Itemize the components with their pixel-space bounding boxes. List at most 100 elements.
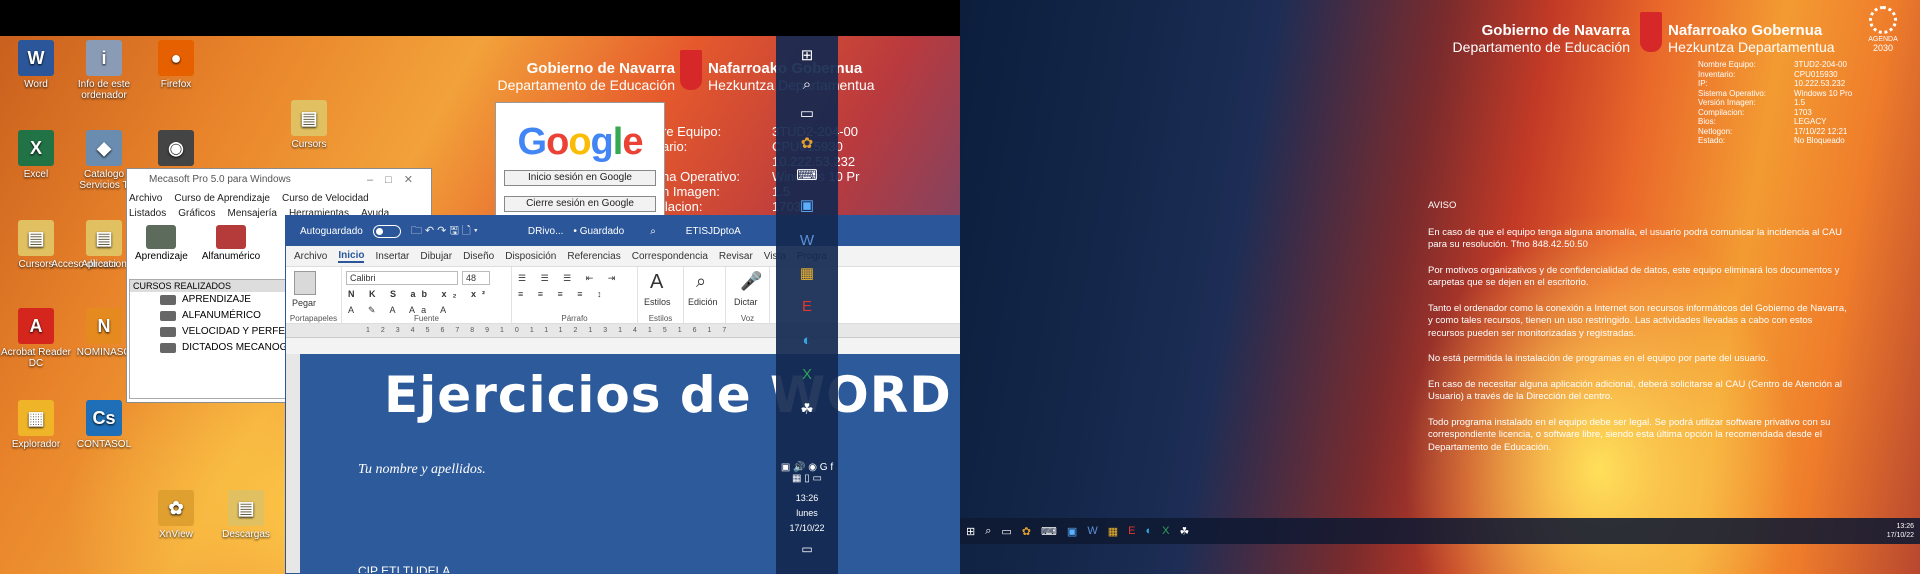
mecasoft-icon[interactable]: ⌨ [1041, 525, 1057, 538]
navarra-shield-icon [1640, 12, 1662, 52]
microphone-icon[interactable]: 🎤 [740, 271, 762, 292]
xnview-icon[interactable]: ✿ [1022, 525, 1031, 538]
app-red-icon[interactable]: E [1128, 525, 1135, 537]
app-icon[interactable]: ▣ [1067, 525, 1077, 538]
tray-clock[interactable]: 13:26 lunes 17/10/22 [776, 491, 838, 536]
format-buttons-icon[interactable]: N K S ab x₂ x² [348, 289, 491, 299]
google-signout-button[interactable]: Cierre sesión en Google [504, 196, 656, 212]
desktop-icon[interactable]: ● Firefox [140, 40, 212, 90]
agenda-line2: 2030 [1872, 43, 1894, 53]
windows-logo-icon[interactable]: ⊞ [776, 46, 838, 64]
autosave-toggle[interactable] [372, 224, 401, 238]
document-page[interactable]: Ejercicios de WORD Tu nombre y apellidos… [300, 354, 960, 574]
taskbar-clock[interactable]: 13:26 17/10/22 [1887, 522, 1914, 540]
google-signin-button[interactable]: Inicio sesión en Google [504, 170, 656, 186]
task-view-icon[interactable]: ▭ [1001, 525, 1011, 538]
right-taskbar: ⊞ ⌕ ▭ ✿ ⌨ ▣ W ▦ E ◐ X ☘ 13:26 17/10/22 [960, 518, 1920, 544]
ribbon-tab[interactable]: Referencias [567, 251, 620, 262]
explorer-icon[interactable]: ▦ [1108, 525, 1118, 538]
search-icon[interactable]: ⌕ [985, 525, 991, 538]
alfanumerico-button[interactable]: Alfanumérico [202, 225, 260, 262]
info-row: Sistema Operativo: Windows 10 Pro [1698, 89, 1852, 99]
ribbon-tab[interactable]: Dibujar [420, 251, 452, 262]
info-value: 1703 [1794, 107, 1812, 117]
app-icon: N [86, 308, 122, 344]
info-key: IP: [1698, 79, 1708, 88]
xnview-icon[interactable]: ✿ [776, 134, 838, 152]
edge-icon[interactable]: ◐ [1145, 525, 1152, 537]
quick-access-icons[interactable]: 🗀 ↶ ↷ 🖫 🗋 ▾ [411, 222, 478, 241]
styles-icon[interactable]: A [650, 271, 663, 294]
menu-item[interactable]: Mensajería [227, 206, 276, 221]
align-icons[interactable]: ≡ ≡ ≡ ≡ ↕ [518, 289, 608, 299]
word-titlebar[interactable]: Autoguardado 🗀 ↶ ↷ 🖫 🗋 ▾ DRivo... • Guar… [286, 216, 960, 246]
system-tray-icons[interactable]: ▣ 🔊 ◉ G f ▦ ▯ ▭ [776, 462, 838, 484]
word-icon[interactable]: W [1087, 525, 1097, 537]
ribbon-tab[interactable]: Disposición [505, 251, 556, 262]
app-icon-2[interactable]: ☘ [1179, 525, 1189, 538]
info-key [662, 154, 772, 169]
styles-button[interactable]: Estilos [644, 297, 671, 307]
ribbon-tab[interactable]: Correspondencia [632, 251, 708, 262]
notifications-icon[interactable]: ▭ [776, 542, 838, 556]
brand-line1: Gobierno de Navarra [1481, 22, 1630, 39]
windows-logo-icon[interactable]: ⊞ [966, 525, 975, 538]
app-icon-2[interactable]: ☘ [776, 400, 838, 418]
ribbon-tab[interactable]: Insertar [375, 251, 409, 262]
app-icon: ▦ [18, 400, 54, 436]
desktop-icon[interactable]: ▦ Explorador [0, 400, 72, 450]
info-key: Sistema Operativo: [1698, 88, 1767, 98]
aviso-paragraph: Por motivos organizativos y de confidenc… [1428, 264, 1840, 289]
desktop-icon[interactable]: i Info de este ordenador [68, 40, 140, 101]
explorer-icon[interactable]: ▦ [776, 264, 838, 282]
font-size-select[interactable]: 48 [462, 271, 490, 285]
desktop-icon[interactable]: Cs CONTASOL [68, 400, 140, 450]
desktop-icon[interactable]: A Acrobat Reader DC [0, 308, 72, 369]
ribbon-tab[interactable]: Archivo [294, 251, 327, 262]
edit-button[interactable]: Edición [688, 297, 718, 307]
list-icons[interactable]: ☰ ☰ ☰ ⇤ ⇥ [518, 273, 621, 284]
desktop-icon-label: XnView [159, 529, 193, 540]
word-icon[interactable]: W [776, 232, 838, 249]
menu-item[interactable]: Listados [129, 206, 166, 221]
app-icon: Cs [86, 400, 122, 436]
desktop-icon[interactable]: X Excel [0, 130, 72, 180]
search-icon[interactable]: ⌕ [776, 76, 838, 93]
desktop-icon[interactable]: ◉ [140, 130, 212, 169]
find-icon[interactable]: ⌕ [696, 271, 706, 292]
ribbon-tab[interactable]: Inicio [338, 250, 365, 263]
info-value: 3TUD2-204-00 [1794, 60, 1847, 69]
word-saved-status[interactable]: • Guardado [573, 226, 624, 237]
ribbon-tab[interactable]: Revisar [719, 251, 753, 262]
paste-button[interactable]: Pegar [292, 298, 316, 308]
ribbon-tab[interactable]: Diseño [463, 251, 494, 262]
aprendizaje-button[interactable]: Aprendizaje [135, 225, 188, 262]
menu-item[interactable]: Gráficos [178, 206, 215, 221]
desktop-icon[interactable]: ✿ XnView [140, 490, 212, 540]
desktop-icon-label: Descargas [222, 529, 270, 540]
mecasoft-titlebar[interactable]: Mecasoft Pro 5.0 para Windows –□✕ [127, 169, 431, 191]
clock-date: 17/10/22 [789, 523, 825, 533]
excel-icon[interactable]: X [776, 366, 838, 383]
edge-icon[interactable]: ◐ [776, 332, 838, 349]
desktop-icon[interactable]: ▤ Cursors [273, 100, 345, 150]
excel-icon[interactable]: X [1162, 525, 1169, 537]
mecasoft-icon[interactable]: ⌨ [776, 166, 838, 184]
desktop-icon[interactable]: ▤ Descargas [210, 490, 282, 540]
menu-item[interactable]: Curso de Velocidad [282, 191, 369, 206]
document-footer: CIP ETI TUDELA [358, 564, 451, 574]
app-icon[interactable]: ▣ [776, 196, 838, 214]
menu-item[interactable]: Archivo [129, 191, 162, 206]
paste-icon[interactable] [294, 271, 316, 295]
font-name-select[interactable]: Calibri [346, 271, 458, 285]
window-controls-icon[interactable]: –□✕ [367, 173, 425, 186]
info-key: Bios: [1698, 117, 1716, 126]
desktop-icon[interactable]: W Word [0, 40, 72, 90]
search-icon[interactable]: ⌕ [650, 226, 656, 237]
menu-item[interactable]: Curso de Aprendizaje [174, 191, 270, 206]
dictate-button[interactable]: Dictar [734, 297, 758, 307]
info-row: Nombre Equipo: 3TUD2-204-00 [1698, 60, 1852, 70]
app-red-icon[interactable]: E [776, 298, 838, 315]
google-signin-popup: Google Inicio sesión en Google Cierre se… [495, 102, 665, 222]
task-view-icon[interactable]: ▭ [776, 104, 838, 122]
